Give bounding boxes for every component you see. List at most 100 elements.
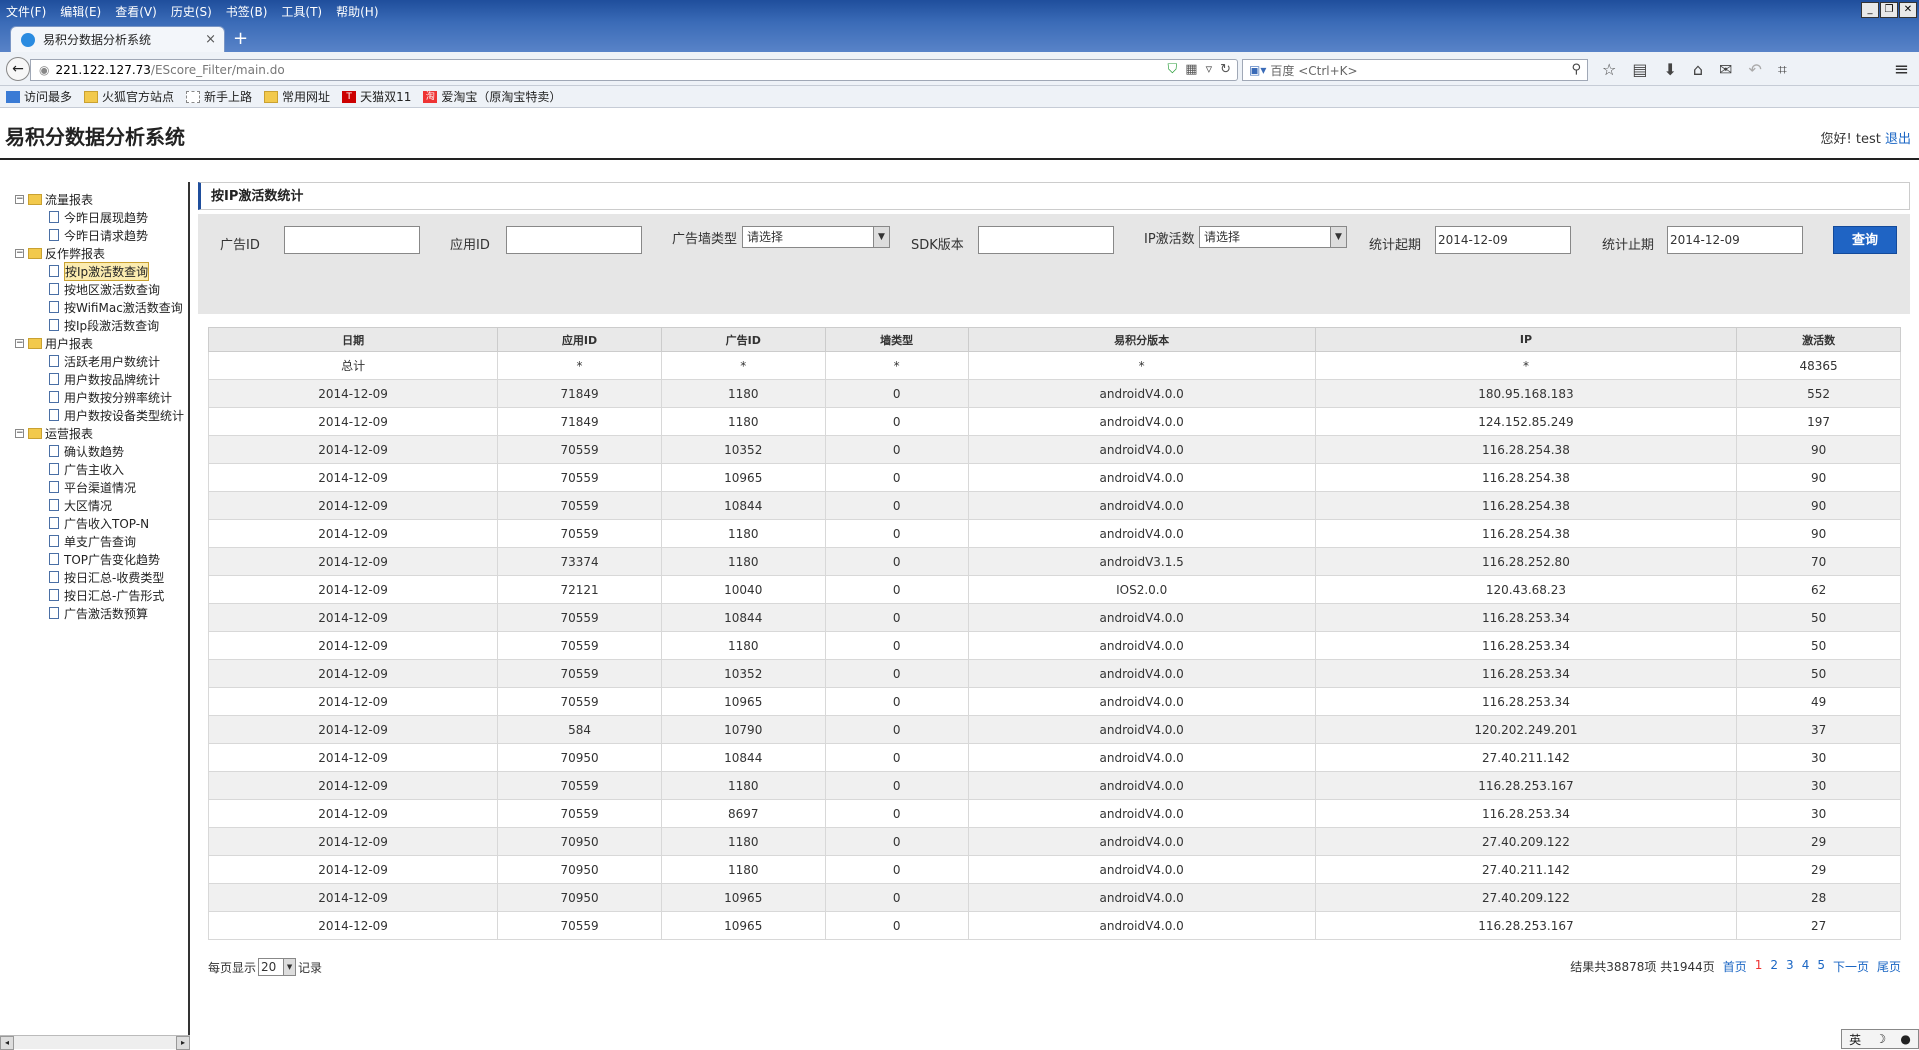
- page-link[interactable]: 3: [1786, 958, 1794, 975]
- tree-item[interactable]: 今昨日展现趋势: [0, 208, 188, 226]
- tree-item[interactable]: 确认数趋势: [0, 442, 188, 460]
- tree-item[interactable]: 活跃老用户数统计: [0, 352, 188, 370]
- tree-item[interactable]: 广告激活数预算: [0, 604, 188, 622]
- menu-view[interactable]: 查看(V): [115, 3, 157, 20]
- tree-item-label: 用户数按设备类型统计: [64, 407, 184, 424]
- folder-icon: [28, 428, 42, 439]
- tree-item[interactable]: 按日汇总-广告形式: [0, 586, 188, 604]
- table-cell: androidV4.0.0: [968, 408, 1315, 436]
- ime-indicator[interactable]: 英 ☽ ●: [1841, 1029, 1919, 1049]
- minimize-button[interactable]: _: [1861, 2, 1879, 18]
- sdk-input[interactable]: [978, 226, 1114, 254]
- tree-item[interactable]: 按Ip段激活数查询: [0, 316, 188, 334]
- tree-item[interactable]: 单支广告查询: [0, 532, 188, 550]
- url-bar[interactable]: ◉ 221.122.127.73 /EScore_Filter/main.do …: [30, 59, 1238, 81]
- menu-bookmarks[interactable]: 书签(B): [226, 3, 268, 20]
- menu-tools[interactable]: 工具(T): [281, 3, 322, 20]
- search-box[interactable]: ▣▾ 百度 <Ctrl+K> ⚲: [1242, 59, 1588, 81]
- tree-item[interactable]: 按日汇总-收费类型: [0, 568, 188, 586]
- table-cell: *: [498, 352, 662, 380]
- home-icon[interactable]: ⌂: [1693, 60, 1703, 80]
- back-button[interactable]: ←: [6, 57, 30, 81]
- ip-act-select[interactable]: 请选择 ▼: [1199, 226, 1347, 248]
- tree-item[interactable]: 广告收入TOP-N: [0, 514, 188, 532]
- last-page-link[interactable]: 尾页: [1877, 958, 1901, 975]
- page-link[interactable]: 5: [1817, 958, 1825, 975]
- scroll-right-icon[interactable]: ▸: [176, 1036, 190, 1050]
- tree-item[interactable]: 用户数按品牌统计: [0, 370, 188, 388]
- sdk-label: SDK版本: [911, 234, 964, 253]
- bookmark-common-sites[interactable]: 常用网址: [264, 88, 330, 105]
- tree-group[interactable]: −运营报表: [0, 424, 188, 442]
- wall-type-select[interactable]: 请选择 ▼: [742, 226, 890, 248]
- collapse-icon[interactable]: −: [15, 429, 24, 438]
- collapse-icon[interactable]: −: [15, 195, 24, 204]
- scroll-left-icon[interactable]: ◂: [0, 1036, 14, 1050]
- download-icon[interactable]: ⬇: [1663, 60, 1676, 80]
- tree-group-label: 用户报表: [45, 335, 93, 352]
- table-cell: 70950: [498, 884, 662, 912]
- next-page-link[interactable]: 下一页: [1833, 958, 1869, 975]
- per-page-select[interactable]: 20 ▼: [258, 958, 296, 976]
- tree-group[interactable]: − 用户报表: [0, 334, 188, 352]
- search-engine-icon[interactable]: ▣▾: [1249, 63, 1266, 77]
- tree-item[interactable]: 用户数按分辨率统计: [0, 388, 188, 406]
- logout-link[interactable]: 退出: [1885, 132, 1911, 147]
- tree-item[interactable]: 按地区激活数查询: [0, 280, 188, 298]
- query-button[interactable]: 查询: [1833, 226, 1897, 254]
- tree-group[interactable]: −反作弊报表: [0, 244, 188, 262]
- dropdown-arrow-icon[interactable]: ▿: [1206, 62, 1213, 77]
- menu-file[interactable]: 文件(F): [6, 3, 46, 20]
- restore-button[interactable]: ❐: [1880, 2, 1898, 18]
- page-link[interactable]: 2: [1770, 958, 1778, 975]
- page-link-current[interactable]: 1: [1755, 958, 1763, 975]
- end-date-input[interactable]: 2014-12-09: [1667, 226, 1803, 254]
- menu-history[interactable]: 历史(S): [171, 3, 212, 20]
- table-cell: androidV4.0.0: [968, 772, 1315, 800]
- table-cell: androidV4.0.0: [968, 604, 1315, 632]
- close-window-button[interactable]: ✕: [1899, 2, 1917, 18]
- bookmark-aitaobao[interactable]: 淘爱淘宝（原淘宝特卖）: [423, 88, 561, 105]
- tree-item[interactable]: 大区情况: [0, 496, 188, 514]
- tree-item[interactable]: TOP广告变化趋势: [0, 550, 188, 568]
- bookmark-tmall[interactable]: T天猫双11: [342, 88, 411, 105]
- tree-item[interactable]: 按WifiMac激活数查询: [0, 298, 188, 316]
- bookmark-getting-started[interactable]: 新手上路: [186, 88, 252, 105]
- tree-item[interactable]: 平台渠道情况: [0, 478, 188, 496]
- tree-item[interactable]: 今昨日请求趋势: [0, 226, 188, 244]
- table-row: 2014-12-097184911800androidV4.0.0124.152…: [209, 408, 1901, 436]
- tree-item[interactable]: 广告主收入: [0, 460, 188, 478]
- close-tab-icon[interactable]: ×: [205, 32, 216, 47]
- start-date-input[interactable]: 2014-12-09: [1435, 226, 1571, 254]
- undo-icon[interactable]: ↶: [1748, 60, 1761, 80]
- star-icon[interactable]: ☆: [1602, 60, 1616, 80]
- tree-group[interactable]: −流量报表: [0, 190, 188, 208]
- crop-icon[interactable]: ⌗: [1778, 60, 1787, 80]
- browser-tab[interactable]: 易积分数据分析系统 ×: [10, 26, 225, 52]
- hamburger-menu-icon[interactable]: ≡: [1894, 59, 1909, 80]
- bookmark-firefox-site[interactable]: 火狐官方站点: [84, 88, 174, 105]
- table-cell: 2014-12-09: [209, 436, 498, 464]
- tree-item[interactable]: 按Ip激活数查询: [0, 262, 188, 280]
- folder-icon: [264, 91, 278, 103]
- app-id-input[interactable]: [506, 226, 642, 254]
- qrcode-icon[interactable]: ▦: [1185, 62, 1197, 77]
- search-icon[interactable]: ⚲: [1571, 62, 1581, 77]
- bookmark-most-visited[interactable]: 访问最多: [6, 88, 72, 105]
- table-cell: androidV4.0.0: [968, 716, 1315, 744]
- reload-icon[interactable]: ↻: [1220, 62, 1231, 77]
- page-link[interactable]: 4: [1802, 958, 1810, 975]
- sidebar-scrollbar[interactable]: ◂ ▸: [0, 1035, 190, 1049]
- first-page-link[interactable]: 首页: [1723, 958, 1747, 975]
- shield-icon[interactable]: ⛉: [1168, 62, 1178, 77]
- menu-edit[interactable]: 编辑(E): [60, 3, 101, 20]
- table-cell: 10965: [661, 688, 825, 716]
- menu-help[interactable]: 帮助(H): [336, 3, 378, 20]
- ad-id-input[interactable]: [284, 226, 420, 254]
- tree-item[interactable]: 用户数按设备类型统计: [0, 406, 188, 424]
- collapse-icon[interactable]: −: [15, 249, 24, 258]
- chat-icon[interactable]: ✉: [1719, 60, 1732, 80]
- new-tab-button[interactable]: +: [233, 28, 248, 49]
- collapse-icon[interactable]: −: [15, 339, 24, 348]
- reading-list-icon[interactable]: ▤: [1632, 60, 1647, 80]
